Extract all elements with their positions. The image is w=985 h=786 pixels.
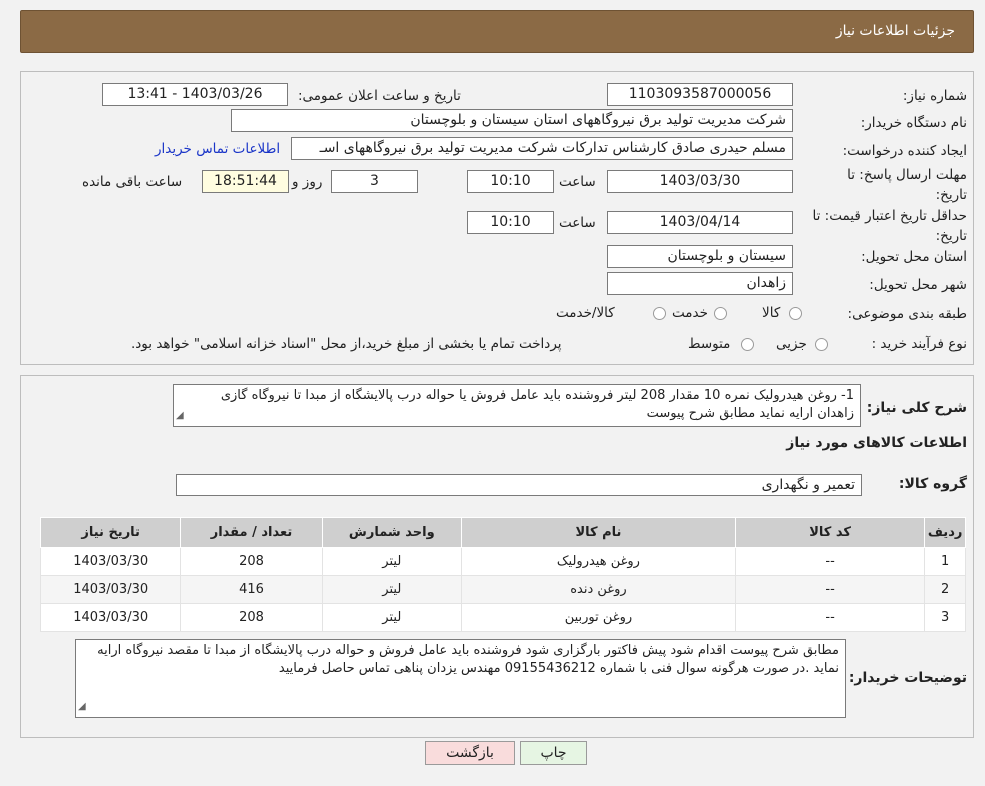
table-row: 2 -- روغن دنده لیتر 416 1403/03/30: [39, 575, 966, 604]
row-code: --: [734, 603, 926, 632]
row-unit: لیتر: [321, 603, 462, 632]
city-label: شهر محل تحویل:: [869, 277, 967, 293]
row-index: 2: [924, 575, 966, 604]
col-qty: تعداد / مقدار: [180, 517, 323, 548]
creator-field: مسلم حیدری صادق کارشناس تدارکات شرکت مدی…: [291, 137, 793, 160]
buyer-contact-link[interactable]: اطلاعات تماس خریدار: [155, 141, 280, 157]
resize-grip-icon[interactable]: ◢: [78, 698, 86, 716]
days-remaining-field: 3: [331, 170, 418, 193]
days-label: روز و: [292, 174, 323, 190]
process-label: نوع فرآیند خرید :: [871, 336, 967, 352]
row-code: --: [734, 547, 926, 576]
row-name: روغن هیدرولیک: [460, 547, 736, 576]
print-button[interactable]: چاپ: [520, 741, 587, 765]
goods-table: ردیف کد کالا نام کالا واحد شمارش تعداد /…: [39, 517, 966, 632]
col-unit: واحد شمارش: [321, 517, 462, 548]
category-goods-radio[interactable]: [789, 307, 802, 320]
city-field: زاهدان: [607, 272, 793, 295]
validity-label: حداقل تاریخ اعتبار قیمت: تا تاریخ:: [812, 208, 967, 244]
row-name: روغن دنده: [460, 575, 736, 604]
deadline-time-field: 10:10: [467, 170, 554, 193]
buyer-notes-textarea[interactable]: مطابق شرح پیوست اقدام شود پیش فاکتور بار…: [75, 639, 846, 718]
process-medium-radio[interactable]: [741, 338, 754, 351]
row-qty: 208: [180, 547, 323, 576]
category-both-label: کالا/خدمت: [556, 305, 615, 321]
col-name: نام کالا: [460, 517, 736, 548]
buyer-notes-text: مطابق شرح پیوست اقدام شود پیش فاکتور بار…: [97, 643, 839, 676]
goods-section-title: اطلاعات کالاهای مورد نیاز: [786, 435, 967, 451]
description-text: 1- روغن هیدرولیک نمره 10 مقدار 208 لیتر …: [220, 388, 854, 421]
buyer-field: شرکت مدیریت تولید برق نیروگاههای استان س…: [231, 109, 793, 132]
buyer-notes-label: توضیحات خریدار:: [848, 670, 967, 686]
category-label: طبقه بندی موضوعی:: [847, 306, 967, 322]
goods-table-header: ردیف کد کالا نام کالا واحد شمارش تعداد /…: [39, 517, 966, 548]
description-textarea[interactable]: 1- روغن هیدرولیک نمره 10 مقدار 208 لیتر …: [173, 384, 861, 427]
row-index: 3: [924, 603, 966, 632]
creator-label: ایجاد کننده درخواست:: [842, 143, 967, 159]
table-row: 1 -- روغن هیدرولیک لیتر 208 1403/03/30: [39, 547, 966, 576]
back-button[interactable]: بازگشت: [425, 741, 515, 765]
goods-group-field: تعمیر و نگهداری: [176, 474, 862, 496]
row-date: 1403/03/30: [39, 547, 182, 576]
row-date: 1403/03/30: [39, 575, 182, 604]
buyer-label: نام دستگاه خریدار:: [860, 115, 967, 131]
remaining-time-label: ساعت باقی مانده: [82, 174, 183, 190]
validity-time-field: 10:10: [467, 211, 554, 234]
deadline-time-label: ساعت: [559, 174, 596, 190]
need-number-field: 1103093587000056: [607, 83, 793, 106]
province-label: استان محل تحویل:: [861, 249, 967, 265]
announce-date-field: 1403/03/26 - 13:41: [102, 83, 288, 106]
goods-group-label: گروه کالا:: [898, 476, 967, 492]
validity-date-field: 1403/04/14: [607, 211, 793, 234]
row-index: 1: [924, 547, 966, 576]
page-title: جزئیات اطلاعات نیاز: [835, 23, 955, 39]
row-qty: 208: [180, 603, 323, 632]
category-both-radio[interactable]: [653, 307, 666, 320]
need-number-label: شماره نیاز:: [902, 88, 967, 104]
province-field: سیستان و بلوچستان: [607, 245, 793, 268]
remaining-time-field: 18:51:44: [202, 170, 289, 193]
table-row: 3 -- روغن توربین لیتر 208 1403/03/30: [39, 603, 966, 632]
description-label: شرح کلی نیاز:: [866, 400, 967, 416]
col-code: کد کالا: [734, 517, 926, 548]
deadline-label: مهلت ارسال پاسخ: تا تاریخ:: [847, 167, 967, 203]
process-minor-radio[interactable]: [815, 338, 828, 351]
row-unit: لیتر: [321, 575, 462, 604]
category-service-label: خدمت: [672, 305, 708, 321]
process-medium-label: متوسط: [688, 336, 731, 352]
page-header: جزئیات اطلاعات نیاز: [20, 10, 974, 53]
validity-time-label: ساعت: [559, 215, 596, 231]
process-note: پرداخت تمام یا بخشی از مبلغ خرید،از محل …: [131, 336, 562, 352]
deadline-date-field: 1403/03/30: [607, 170, 793, 193]
row-name: روغن توربین: [460, 603, 736, 632]
row-unit: لیتر: [321, 547, 462, 576]
category-service-radio[interactable]: [714, 307, 727, 320]
process-minor-label: جزیی: [776, 336, 807, 352]
announce-date-label: تاریخ و ساعت اعلان عمومی:: [298, 88, 461, 104]
row-date: 1403/03/30: [39, 603, 182, 632]
resize-grip-icon[interactable]: ◢: [176, 407, 184, 425]
category-goods-label: کالا: [762, 305, 781, 321]
row-code: --: [734, 575, 926, 604]
col-date: تاریخ نیاز: [39, 517, 182, 548]
row-qty: 416: [180, 575, 323, 604]
col-index: ردیف: [924, 517, 966, 548]
